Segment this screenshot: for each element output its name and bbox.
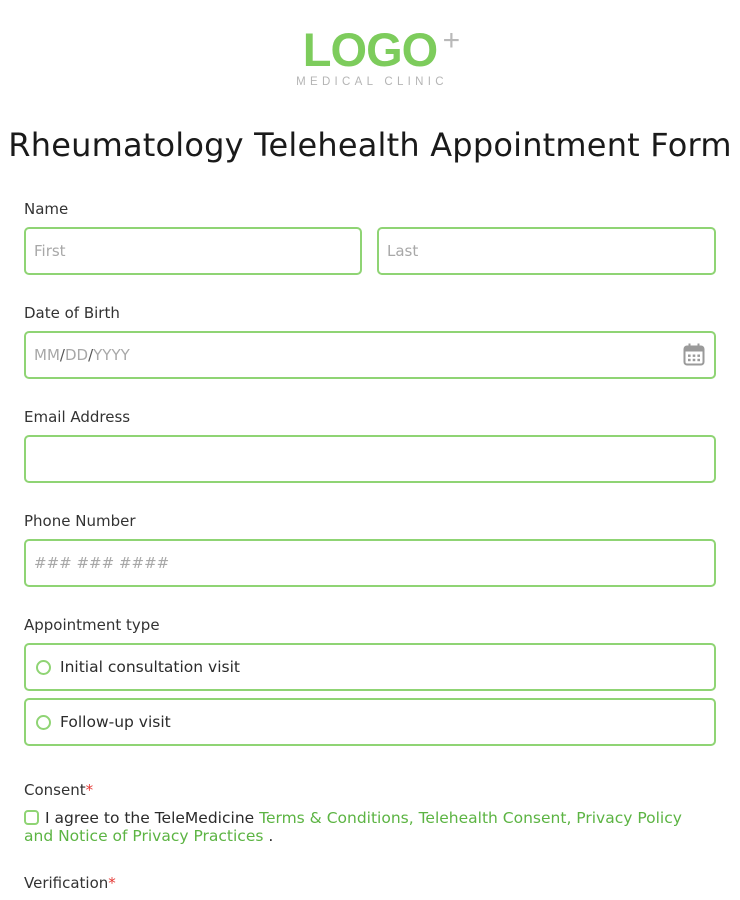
consent-checkbox-row: I agree to the TeleMedicine Terms & Cond… [24,809,704,845]
dob-day-placeholder: DD [64,346,89,364]
radio-option-initial-consultation[interactable]: Initial consultation visit [24,643,716,691]
logo-subtitle: MEDICAL CLINIC [296,76,448,88]
dob-month-placeholder: MM [34,346,60,364]
dob-year-placeholder: YYYY [93,346,130,364]
logo-wordmark: LOGO [302,23,438,76]
consent-text: I agree to the TeleMedicine [45,809,260,827]
first-name-placeholder: First [34,242,66,260]
email-label: Email Address [24,408,131,426]
email-input[interactable] [24,435,716,483]
radio-option-label: Follow-up visit [60,713,171,731]
phone-label: Phone Number [24,512,136,530]
radio-button[interactable] [36,714,51,730]
last-name-placeholder: Last [387,242,419,260]
consent-label-text: Consent [24,781,86,799]
appointment-type-label: Appointment type [24,616,160,634]
dob-label: Date of Birth [24,304,120,322]
verification-label: Verification* [24,874,116,892]
calendar-icon[interactable] [683,343,705,366]
verification-label-text: Verification [24,874,109,892]
clinic-logo: LOGO + MEDICAL CLINIC [0,23,740,89]
radio-option-follow-up[interactable]: Follow-up visit [24,698,716,746]
first-name-input[interactable]: First [24,227,362,275]
form-title: Rheumatology Telehealth Appointment Form [8,126,732,164]
dob-input[interactable]: MM / DD / YYYY [24,331,716,379]
consent-label: Consent* [24,781,93,799]
radio-button[interactable] [36,659,51,675]
phone-placeholder: ### ### #### [34,554,170,572]
consent-checkbox[interactable] [24,810,39,825]
name-label: Name [24,200,69,218]
logo-plus-icon: + [442,24,461,57]
consent-text-end: . [263,827,274,845]
last-name-input[interactable]: Last [377,227,716,275]
required-marker: * [85,781,94,799]
radio-option-label: Initial consultation visit [60,658,240,676]
required-marker: * [108,874,116,892]
phone-input[interactable]: ### ### #### [24,539,716,587]
